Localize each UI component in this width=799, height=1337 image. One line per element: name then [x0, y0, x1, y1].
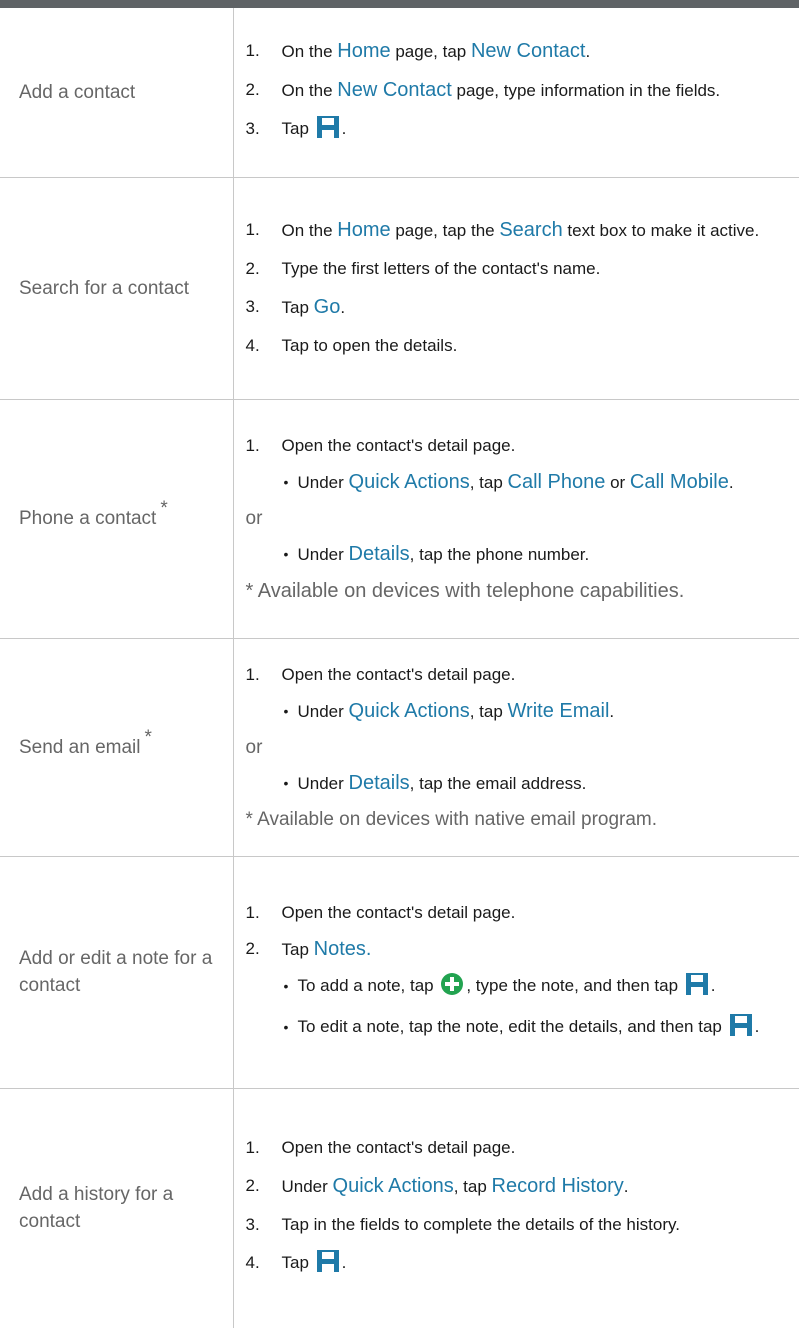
save-icon[interactable]	[685, 972, 709, 1005]
bullet-dot: •	[283, 977, 289, 994]
bullet-dot: •	[283, 702, 289, 719]
home-link[interactable]: Home	[337, 40, 390, 62]
details-link[interactable]: Details	[349, 543, 410, 565]
steps-cell: 1. On the Home page, tap the Search text…	[233, 177, 799, 400]
step-item: 2. Type the first letters of the contact…	[246, 255, 792, 283]
step-number: 3.	[245, 118, 260, 138]
step-number: 2.	[245, 79, 260, 99]
step-number: 1.	[245, 902, 260, 922]
task-label: Send an email	[19, 736, 141, 758]
bullet-item: • To add a note, tap , type the note, an…	[246, 972, 792, 1005]
table-row: Add or edit a note for a contact 1. Open…	[0, 856, 799, 1089]
step-item: 1. Open the contact's detail page.	[246, 899, 792, 927]
new-contact-link[interactable]: New Contact	[471, 40, 586, 62]
step-item: 4. Tap .	[246, 1249, 792, 1282]
task-label: Add a contact	[19, 81, 136, 103]
step-number: 2.	[245, 259, 260, 278]
details-link[interactable]: Details	[349, 772, 410, 794]
steps-cell: 1. Open the contact's detail page. • Und…	[233, 399, 799, 639]
availability-note: * Available on devices with native email…	[245, 808, 658, 830]
availability-note: * Available on devices with telephone ca…	[245, 580, 685, 602]
bullet-item: • Under Details, tap the phone number.	[246, 540, 792, 569]
save-icon[interactable]	[316, 115, 340, 148]
steps-cell: 1. On the Home page, tap New Contact. 2.…	[233, 8, 799, 178]
notes-link[interactable]: Notes.	[314, 938, 372, 960]
step-number: 1.	[245, 1138, 260, 1158]
footnote-marker: *	[144, 726, 152, 748]
step-item: 1. Open the contact's detail page.	[246, 432, 792, 460]
record-history-link[interactable]: Record History	[492, 1175, 624, 1197]
go-link[interactable]: Go	[314, 296, 341, 318]
footnote-marker: *	[160, 498, 168, 519]
task-label: Add or edit a note for a contact	[19, 948, 213, 996]
bullet-dot: •	[283, 1018, 289, 1035]
quick-actions-link[interactable]: Quick Actions	[349, 700, 470, 722]
task-label: Search for a contact	[19, 277, 190, 299]
bullet-item: • Under Details, tap the email address.	[246, 769, 792, 798]
task-cell: Phone a contact *	[0, 399, 234, 639]
task-cell: Search for a contact	[0, 177, 234, 400]
bullet-item: • Under Quick Actions, tap Call Phone or…	[246, 468, 792, 497]
task-cell: Send an email *	[0, 638, 234, 857]
step-number: 2.	[245, 938, 260, 958]
step-item: 2. On the New Contact page, type informa…	[246, 76, 792, 105]
step-item: 3. Tap Go.	[246, 293, 792, 322]
task-cell: Add or edit a note for a contact	[0, 856, 234, 1089]
step-item: 1. On the Home page, tap the Search text…	[246, 216, 792, 245]
table-row: Phone a contact * 1. Open the contact's d…	[0, 399, 799, 639]
step-number: 4.	[245, 336, 260, 355]
step-number: 2.	[245, 1176, 260, 1196]
step-item: 1. Open the contact's detail page.	[246, 1134, 792, 1162]
task-cell: Add a contact	[0, 8, 234, 178]
or-separator: or	[245, 736, 263, 758]
step-number: 1.	[245, 220, 260, 239]
table-header-bar	[0, 0, 799, 8]
step-item: 3. Tap .	[246, 115, 792, 148]
steps-cell: 1. Open the contact's detail page. • Und…	[233, 638, 799, 857]
task-label: Phone a contact	[19, 508, 157, 529]
task-cell: Add a history for a contact	[0, 1088, 234, 1328]
new-contact-link[interactable]: New Contact	[337, 79, 452, 101]
step-item: 3. Tap in the fields to complete the det…	[246, 1211, 792, 1239]
or-separator: or	[245, 508, 263, 529]
bullet-dot: •	[283, 774, 289, 791]
bullet-item: • To edit a note, tap the note, edit the…	[246, 1013, 792, 1046]
add-circle-icon[interactable]	[440, 972, 464, 1005]
quick-actions-link[interactable]: Quick Actions	[333, 1175, 454, 1197]
steps-cell: 1. Open the contact's detail page. 2. Un…	[233, 1088, 799, 1328]
quick-actions-link[interactable]: Quick Actions	[349, 471, 470, 493]
write-email-link[interactable]: Write Email	[508, 700, 610, 722]
bullet-item: • Under Quick Actions, tap Write Email.	[246, 697, 792, 726]
search-link[interactable]: Search	[499, 219, 562, 241]
task-label: Add a history for a contact	[19, 1184, 174, 1233]
task-table: Add a contact 1. On the Home page, tap N…	[0, 8, 799, 1328]
step-number: 3.	[245, 1215, 260, 1235]
save-icon[interactable]	[316, 1249, 340, 1282]
call-phone-link[interactable]: Call Phone	[508, 471, 606, 493]
steps-cell: 1. Open the contact's detail page. 2. Ta…	[233, 856, 799, 1089]
bullet-dot: •	[283, 474, 289, 490]
step-number: 1.	[245, 664, 260, 684]
step-item: 4. Tap to open the details.	[246, 332, 792, 360]
step-number: 1.	[245, 40, 260, 60]
step-number: 1.	[245, 436, 260, 455]
table-row: Send an email * 1. Open the contact's det…	[0, 638, 799, 857]
step-item: 2. Under Quick Actions, tap Record Histo…	[246, 1172, 792, 1201]
call-mobile-link[interactable]: Call Mobile	[630, 471, 729, 493]
save-icon[interactable]	[729, 1013, 753, 1046]
home-link[interactable]: Home	[337, 219, 390, 241]
step-item: 2. Tap Notes.	[246, 935, 792, 964]
step-item: 1. On the Home page, tap New Contact.	[246, 37, 792, 66]
step-number: 3.	[245, 297, 260, 316]
step-number: 4.	[245, 1253, 260, 1273]
table-row: Add a history for a contact 1. Open the …	[0, 1088, 799, 1328]
table-row: Search for a contact 1. On the Home page…	[0, 177, 799, 400]
table-row: Add a contact 1. On the Home page, tap N…	[0, 8, 799, 178]
step-item: 1. Open the contact's detail page.	[246, 661, 792, 689]
bullet-dot: •	[283, 546, 289, 562]
